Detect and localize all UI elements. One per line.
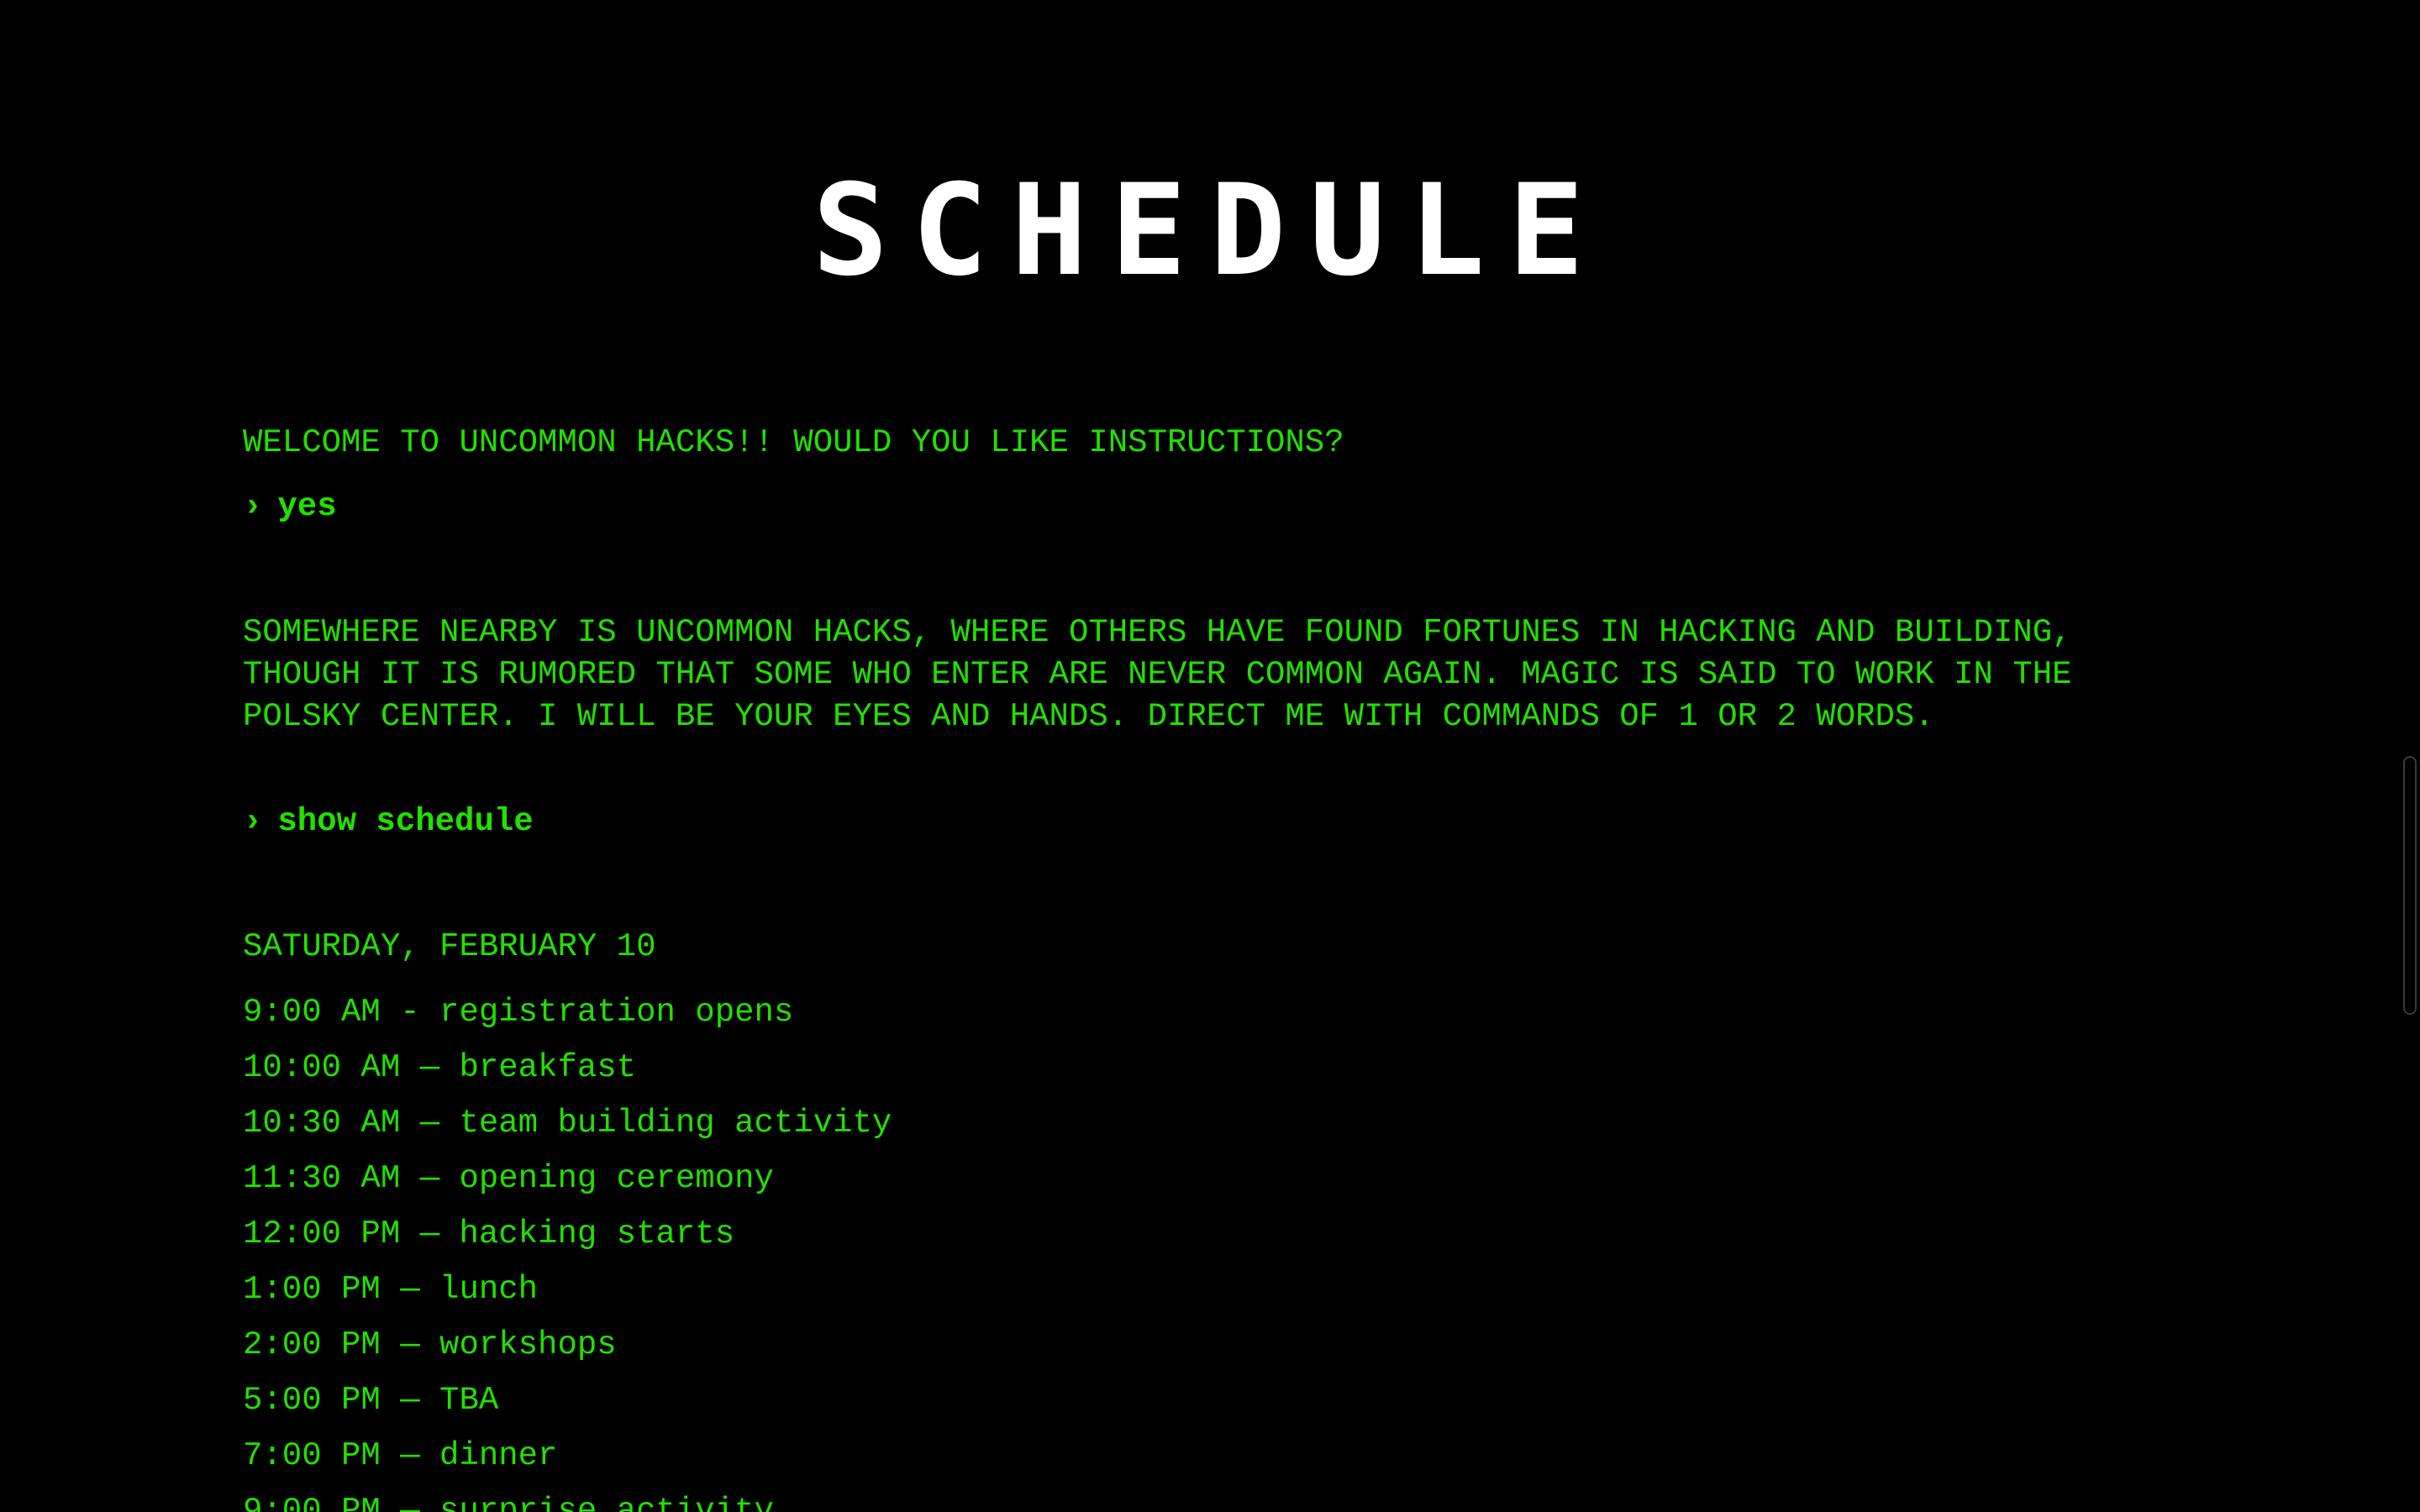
schedule-item: 12:00 PM — hacking starts <box>243 1215 735 1252</box>
schedule-item: 5:00 PM — TBA <box>243 1382 499 1419</box>
schedule-item: 9:00 PM — surprise activity <box>243 1493 774 1512</box>
schedule-item: 7:00 PM — dinner <box>243 1437 558 1474</box>
command-line-1: › yes <box>243 486 337 528</box>
command-text: show schedule <box>277 803 534 840</box>
scrollbar-thumb[interactable] <box>2403 756 2417 1015</box>
prompt-icon: › <box>243 488 263 525</box>
command-text: yes <box>277 488 337 525</box>
instructions-text: SOMEWHERE NEARBY IS UNCOMMON HACKS, WHER… <box>243 614 2072 735</box>
schedule-item: 1:00 PM — lunch <box>243 1271 539 1308</box>
schedule-item: 11:30 AM — opening ceremony <box>243 1160 774 1197</box>
schedule-item: 10:00 AM — breakfast <box>243 1049 637 1086</box>
schedule-item: 10:30 AM — team building activity <box>243 1105 892 1142</box>
prompt-icon: › <box>243 803 263 840</box>
welcome-message: WELCOME TO UNCOMMON HACKS!! WOULD YOU LI… <box>243 424 1344 461</box>
command-line-2: › show schedule <box>243 801 534 843</box>
page-title: SCHEDULE <box>812 158 1608 304</box>
schedule-item: 2:00 PM — workshops <box>243 1326 617 1363</box>
schedule-day-heading: SATURDAY, FEBRUARY 10 <box>243 928 656 965</box>
scrollbar[interactable] <box>2402 0 2420 1512</box>
schedule-item: 9:00 AM - registration opens <box>243 994 794 1031</box>
